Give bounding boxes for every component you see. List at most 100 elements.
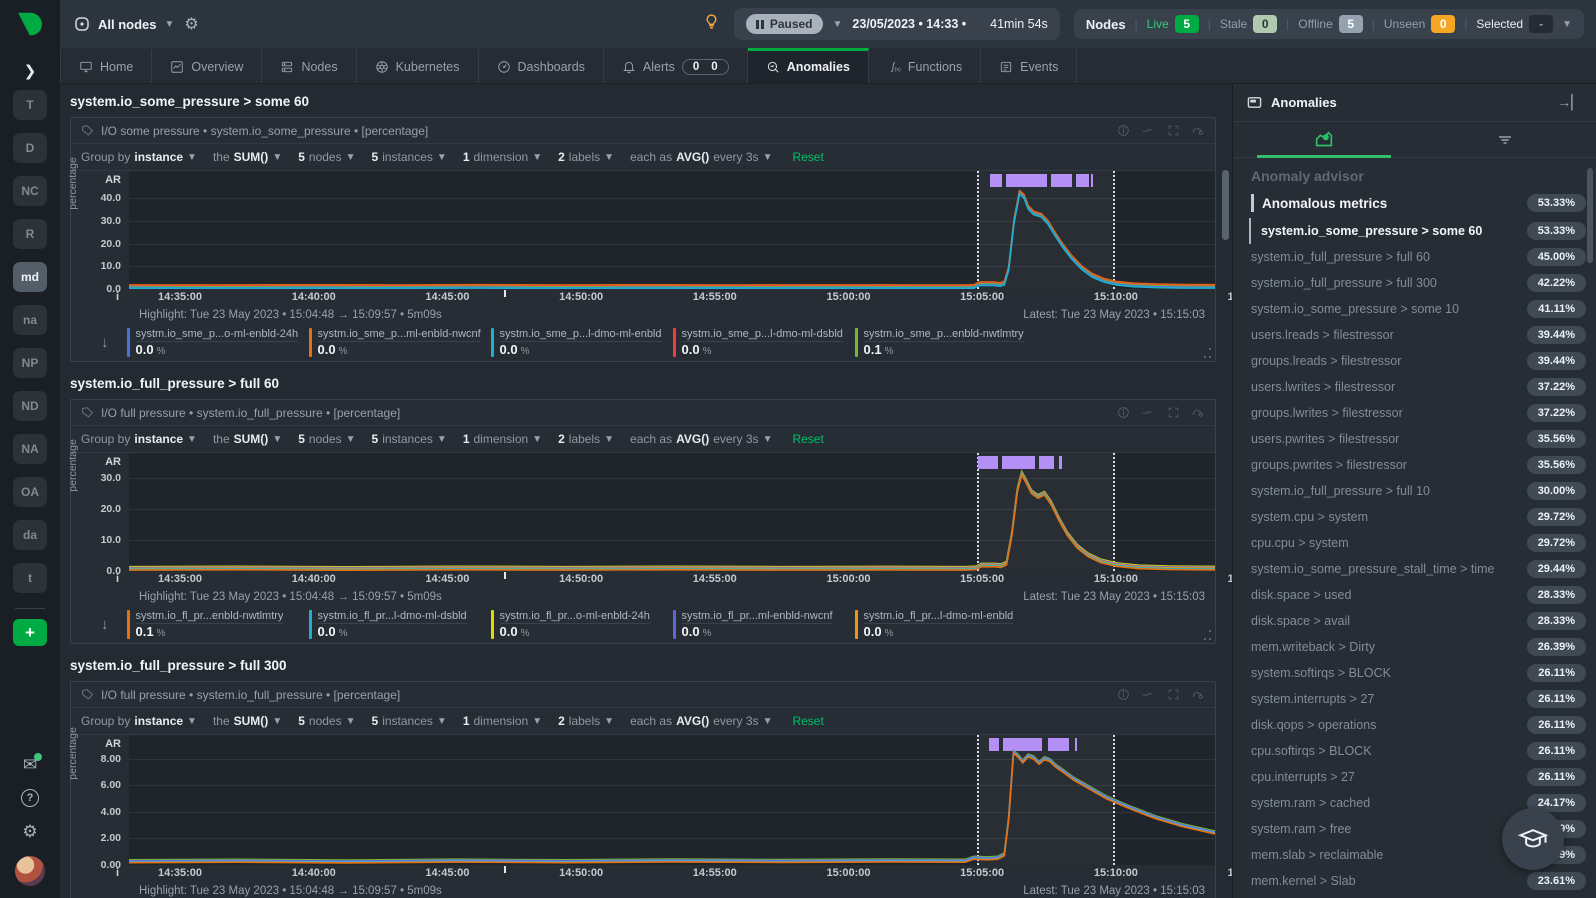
tab-filters[interactable] [1415,122,1596,157]
anomaly-rate-label[interactable]: AR [105,174,121,186]
info-icon[interactable] [1117,406,1130,419]
toolbar-2[interactable]: 2 labels ▼ [558,150,614,164]
scope-settings-icon[interactable]: ⚙ [184,14,198,34]
tab-alerts[interactable]: Alerts 0 0 [604,48,748,83]
anomaly-rate-label[interactable]: AR [105,738,121,750]
metric-row[interactable]: system.interrupts > 27 26.11% [1251,686,1586,712]
toolbar-1[interactable]: 1 dimension ▼ [463,714,542,728]
node-count-live[interactable]: Live 5 [1147,15,1199,33]
space-item-OA[interactable]: OA [13,477,47,507]
toolbar-5[interactable]: 5 instances ▼ [372,714,447,728]
toolbar-instance[interactable]: Group by instance ▼ [81,432,197,446]
space-item-T[interactable]: T [13,90,47,120]
metric-row[interactable]: cpu.interrupts > 27 26.11% [1251,764,1586,790]
tab-anomalies[interactable]: Anomalies [747,48,869,83]
legend-item[interactable]: systm.io_fl_pr...o-ml-enbld-24h 0.0% [490,609,663,639]
tab-kubernetes[interactable]: Kubernetes [357,48,479,83]
metric-row[interactable]: groups.lwrites > filestressor 37.22% [1251,400,1586,426]
toolbar-avg[interactable]: each as AVG() every 3s ▼ [630,714,772,728]
toolbar-5[interactable]: 5 nodes ▼ [298,150,355,164]
user-avatar[interactable] [15,856,45,886]
anomaly-rate-label[interactable]: AR [105,456,121,468]
node-count-offline[interactable]: Offline 5 [1298,15,1363,33]
toolbar-2[interactable]: 2 labels ▼ [558,432,614,446]
legend-item[interactable]: systm.io_fl_pr...l-dmo-ml-dsbld 0.0% [308,609,481,639]
info-icon[interactable] [1117,124,1130,137]
alerts-settings-icon[interactable] [1192,406,1205,419]
settings-icon[interactable]: ⚙ [22,823,37,840]
plot-area[interactable] [129,453,1215,571]
tab-events[interactable]: Events [981,48,1078,83]
inbox-icon[interactable]: ✉ [23,753,43,773]
toolbar-instance[interactable]: Group by instance ▼ [81,714,197,728]
metric-row[interactable]: users.pwrites > filestressor 35.56% [1251,426,1586,452]
resize-handle-icon[interactable] [1201,630,1211,640]
chart-type-icon[interactable] [1142,688,1155,701]
rail-expand-icon[interactable]: ❯ [24,62,37,80]
legend-item[interactable]: systm.io_sme_p...l-dmo-ml-dsbld 0.0% [672,327,845,357]
reset-button[interactable]: Reset [792,432,823,446]
space-item-NA[interactable]: NA [13,434,47,464]
legend-item[interactable]: systm.io_fl_pr...ml-enbld-nwcnf 0.0% [672,609,845,639]
legend-item[interactable]: systm.io_fl_pr...enbld-nwtlmtry 0.1% [126,609,299,639]
toolbar-2[interactable]: 2 labels ▼ [558,714,614,728]
alerts-settings-icon[interactable] [1192,688,1205,701]
legend-item[interactable]: systm.io_sme_p...enbld-nwtlmtry 0.1% [854,327,1027,357]
toolbar-instance[interactable]: Group by instance ▼ [81,150,197,164]
metric-row[interactable]: cpu.softirqs > BLOCK 26.11% [1251,738,1586,764]
legend-sort-icon[interactable]: ↓ [101,616,109,633]
legend-sort-icon[interactable]: ↓ [101,334,109,351]
metric-row[interactable]: groups.pwrites > filestressor 35.56% [1251,452,1586,478]
tab-dashboards[interactable]: Dashboards [479,48,604,83]
collapse-panel-icon[interactable]: →▏ [1557,94,1582,111]
news-bulb-icon[interactable] [703,13,720,35]
toolbar-sum[interactable]: the SUM() ▼ [213,432,282,446]
space-item-NP[interactable]: NP [13,348,47,378]
alerts-settings-icon[interactable] [1192,124,1205,137]
tab-overview[interactable]: Overview [152,48,263,83]
help-icon[interactable]: ? [21,789,39,807]
metric-row[interactable]: groups.lreads > filestressor 39.44% [1251,348,1586,374]
node-scope-selector[interactable]: All nodes ▼ [74,16,174,32]
metric-row[interactable]: users.cpu > filestressor22.50% [1251,894,1586,898]
reset-button[interactable]: Reset [792,150,823,164]
space-item-md[interactable]: md [13,262,47,292]
toolbar-5[interactable]: 5 instances ▼ [372,432,447,446]
reset-button[interactable]: Reset [792,714,823,728]
chart-type-icon[interactable] [1142,124,1155,137]
tab-home[interactable]: Home [60,48,153,83]
toolbar-1[interactable]: 1 dimension ▼ [463,432,542,446]
metric-row[interactable]: cpu.cpu > system 29.72% [1251,530,1586,556]
toolbar-5[interactable]: 5 nodes ▼ [298,432,355,446]
metric-row[interactable]: disk.space > avail 28.33% [1251,608,1586,634]
metric-row[interactable]: system.io_full_pressure > full 10 30.00% [1251,478,1586,504]
learn-fab-button[interactable] [1502,808,1564,870]
netdata-logo[interactable] [0,0,60,48]
metric-row[interactable]: users.lwrites > filestressor 37.22% [1251,374,1586,400]
metric-row[interactable]: mem.kernel > Slab 23.61% [1251,868,1586,894]
metric-row[interactable]: system.softirqs > BLOCK 26.11% [1251,660,1586,686]
node-count-stale[interactable]: Stale 0 [1220,15,1278,33]
fullscreen-icon[interactable] [1167,688,1180,701]
metrics-header[interactable]: Anomalous metrics 53.33% [1251,194,1586,212]
node-count-selected[interactable]: Selected - [1476,15,1554,33]
date-range[interactable]: 23/05/2023 • 14:33 • [852,17,966,31]
space-item-da[interactable]: da [13,520,47,550]
metric-row[interactable]: system.io_some_pressure_stall_time > tim… [1251,556,1586,582]
info-icon[interactable] [1117,688,1130,701]
add-space-button[interactable]: + [13,619,47,646]
metric-row[interactable]: disk.space > used 28.33% [1251,582,1586,608]
plot-area[interactable] [129,171,1215,289]
time-chevron-icon[interactable]: ▼ [833,19,843,30]
metric-row[interactable]: system.io_some_pressure > some 10 41.11% [1251,296,1586,322]
space-item-na[interactable]: na [13,305,47,335]
metric-row[interactable]: system.io_some_pressure > some 60 53.33% [1249,218,1586,244]
toolbar-1[interactable]: 1 dimension ▼ [463,150,542,164]
chart-type-icon[interactable] [1142,406,1155,419]
space-item-t[interactable]: t [13,563,47,593]
nodes-chevron-icon[interactable]: ▼ [1562,19,1572,30]
tab-anomaly-advisor[interactable] [1233,122,1415,158]
toolbar-sum[interactable]: the SUM() ▼ [213,714,282,728]
panel-scrollbar[interactable] [1587,168,1593,263]
fullscreen-icon[interactable] [1167,124,1180,137]
